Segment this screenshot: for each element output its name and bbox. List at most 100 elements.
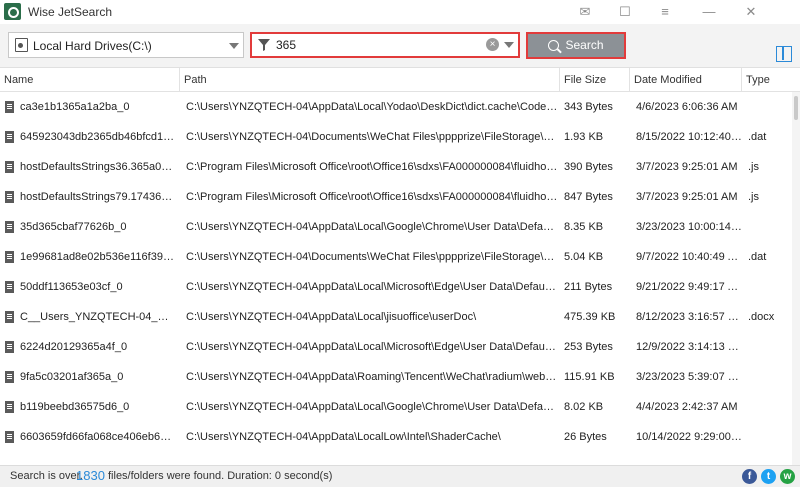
cell-type: .js bbox=[748, 191, 759, 203]
cell-name: 645923043db2365db46bfcd1b9f65... bbox=[20, 131, 176, 143]
cell-size: 847 Bytes bbox=[564, 191, 613, 203]
cell-size: 8.35 KB bbox=[564, 221, 604, 233]
table-header: Name Path File Size Date Modified Type bbox=[0, 68, 800, 92]
cell-path: C:\Users\YNZQTECH-04\AppData\Local\jisuo… bbox=[186, 311, 477, 323]
cell-type bbox=[748, 272, 792, 302]
table-row[interactable]: 6224d20129365a4f_0 C:\Users\YNZQTECH-04\A… bbox=[0, 332, 792, 362]
minimize-button[interactable]: — bbox=[696, 2, 722, 22]
table-row[interactable]: 1e99681ad8e02b536e116f39a9365... C:\Users… bbox=[0, 242, 792, 272]
cell-name: 35d365cbaf77626b_0 bbox=[20, 221, 127, 233]
cell-name: 1e99681ad8e02b536e116f39a9365... bbox=[20, 251, 176, 263]
menu-icon[interactable]: ≡ bbox=[652, 2, 678, 22]
scrollbar-thumb[interactable] bbox=[794, 96, 798, 120]
cell-path: C:\Users\YNZQTECH-04\AppData\Roaming\Ten… bbox=[186, 371, 558, 383]
file-icon bbox=[5, 281, 14, 293]
table-row[interactable]: 50ddf113653e03cf_0 C:\Users\YNZQTECH-04\A… bbox=[0, 272, 792, 302]
cell-name: 9fa5c03201af365a_0 bbox=[20, 371, 124, 383]
search-button-frame: Search bbox=[526, 32, 626, 59]
table-row[interactable]: C__Users_YNZQTECH-04_Desktop_... C:\Users… bbox=[0, 302, 792, 332]
column-header-date[interactable]: Date Modified bbox=[630, 68, 742, 92]
cell-name: b119beebd36575d6_0 bbox=[20, 401, 130, 413]
cell-size: 26 Bytes bbox=[564, 431, 607, 443]
feedback-icon[interactable]: ☐ bbox=[612, 2, 638, 22]
whatsapp-icon[interactable]: w bbox=[780, 469, 795, 484]
cell-type bbox=[748, 392, 792, 422]
cell-date: 4/4/2023 2:42:37 AM bbox=[636, 401, 738, 413]
results-table: Name Path File Size Date Modified Type c… bbox=[0, 68, 800, 465]
filter-icon bbox=[258, 39, 270, 51]
table-row[interactable]: 9fa5c03201af365a_0 C:\Users\YNZQTECH-04\A… bbox=[0, 362, 792, 392]
preview-pane-icon[interactable] bbox=[776, 46, 792, 62]
file-icon bbox=[5, 161, 14, 173]
cell-type: .docx bbox=[748, 311, 775, 323]
chevron-down-icon[interactable] bbox=[229, 43, 239, 49]
mail-icon[interactable]: ✉ bbox=[572, 2, 598, 22]
cell-path: C:\Users\YNZQTECH-04\AppData\Local\Micro… bbox=[186, 341, 558, 353]
cell-size: 211 Bytes bbox=[564, 281, 613, 293]
table-row[interactable]: 6603659fd66fa068ce406eb6e569cf... C:\User… bbox=[0, 422, 792, 452]
close-button[interactable]: ✕ bbox=[738, 2, 764, 22]
app-logo-icon bbox=[4, 3, 21, 20]
column-header-size[interactable]: File Size bbox=[560, 68, 630, 92]
search-button[interactable]: Search bbox=[530, 36, 622, 55]
column-header-type[interactable]: Type bbox=[742, 68, 792, 92]
title-bar: Wise JetSearch ✉ ☐ ≡ — ✕ bbox=[0, 0, 800, 24]
search-input-box[interactable]: × bbox=[250, 32, 520, 58]
cell-size: 5.04 KB bbox=[564, 251, 604, 263]
app-title: Wise JetSearch bbox=[28, 5, 113, 19]
table-row[interactable]: 35d365cbaf77626b_0 C:\Users\YNZQTECH-04\A… bbox=[0, 212, 792, 242]
table-row[interactable]: hostDefaultsStrings36.365a08a8.c... C:\Pr… bbox=[0, 152, 792, 182]
status-bar: Search is over. 1830 files/folders were … bbox=[0, 465, 800, 487]
cell-name: 50ddf113653e03cf_0 bbox=[20, 281, 123, 293]
column-header-path[interactable]: Path bbox=[180, 68, 560, 92]
cell-name: ca3e1b1365a1a2ba_0 bbox=[20, 101, 130, 113]
cell-date: 3/23/2023 5:39:07 PM bbox=[636, 371, 742, 383]
cell-size: 8.02 KB bbox=[564, 401, 604, 413]
cell-size: 343 Bytes bbox=[564, 101, 613, 113]
table-row[interactable]: ca3e1b1365a1a2ba_0 C:\Users\YNZQTECH-04\A… bbox=[0, 92, 792, 122]
cell-date: 12/9/2022 3:14:13 PM bbox=[636, 341, 742, 353]
facebook-icon[interactable]: f bbox=[742, 469, 757, 484]
drive-select-value: Local Hard Drives(C:\) bbox=[33, 39, 152, 53]
cell-type bbox=[748, 362, 792, 392]
hard-drive-icon bbox=[15, 38, 28, 52]
history-dropdown-icon[interactable] bbox=[504, 42, 514, 48]
cell-path: C:\Program Files\Microsoft Office\root\O… bbox=[186, 161, 558, 173]
search-toolbar: Local Hard Drives(C:\) × Search bbox=[0, 24, 800, 68]
cell-path: C:\Users\YNZQTECH-04\Documents\WeChat Fi… bbox=[186, 131, 558, 143]
cell-date: 10/14/2022 9:29:00 AM bbox=[636, 431, 742, 443]
search-button-label: Search bbox=[565, 38, 604, 52]
cell-name: 6603659fd66fa068ce406eb6e569cf... bbox=[20, 431, 176, 443]
status-suffix: files/folders were found. Duration: 0 se… bbox=[108, 470, 333, 482]
twitter-icon[interactable]: t bbox=[761, 469, 776, 484]
cell-type: .dat bbox=[748, 131, 767, 143]
search-input[interactable] bbox=[276, 38, 476, 52]
search-icon bbox=[548, 40, 560, 51]
file-icon bbox=[5, 191, 14, 203]
cell-name: 6224d20129365a4f_0 bbox=[20, 341, 128, 353]
file-icon bbox=[5, 131, 14, 143]
cell-path: C:\Users\YNZQTECH-04\AppData\Local\Micro… bbox=[186, 281, 558, 293]
file-icon bbox=[5, 251, 14, 263]
cell-path: C:\Program Files\Microsoft Office\root\O… bbox=[186, 191, 558, 203]
cell-date: 3/23/2023 10:00:14 AM bbox=[636, 221, 742, 233]
cell-path: C:\Users\YNZQTECH-04\AppData\LocalLow\In… bbox=[186, 431, 501, 443]
vertical-scrollbar[interactable] bbox=[792, 92, 800, 465]
cell-size: 1.93 KB bbox=[564, 131, 604, 143]
cell-path: C:\Users\YNZQTECH-04\AppData\Local\Googl… bbox=[186, 221, 558, 233]
cell-size: 115.91 KB bbox=[564, 371, 615, 383]
clear-icon[interactable]: × bbox=[486, 38, 499, 51]
table-row[interactable]: b119beebd36575d6_0 C:\Users\YNZQTECH-04\A… bbox=[0, 392, 792, 422]
file-icon bbox=[5, 221, 14, 233]
cell-type bbox=[748, 422, 792, 452]
cell-type bbox=[748, 332, 792, 362]
cell-size: 253 Bytes bbox=[564, 341, 613, 353]
drive-select[interactable]: Local Hard Drives(C:\) bbox=[8, 32, 244, 58]
file-icon bbox=[5, 101, 14, 113]
table-row[interactable]: hostDefaultsStrings79.174365ff.ch... C:\P… bbox=[0, 182, 792, 212]
column-header-name[interactable]: Name bbox=[0, 68, 180, 92]
table-row[interactable]: 645923043db2365db46bfcd1b9f65... C:\Users… bbox=[0, 122, 792, 152]
cell-path: C:\Users\YNZQTECH-04\AppData\Local\Googl… bbox=[186, 401, 558, 413]
cell-name: C__Users_YNZQTECH-04_Desktop_... bbox=[20, 311, 176, 323]
cell-type: .dat bbox=[748, 251, 767, 263]
